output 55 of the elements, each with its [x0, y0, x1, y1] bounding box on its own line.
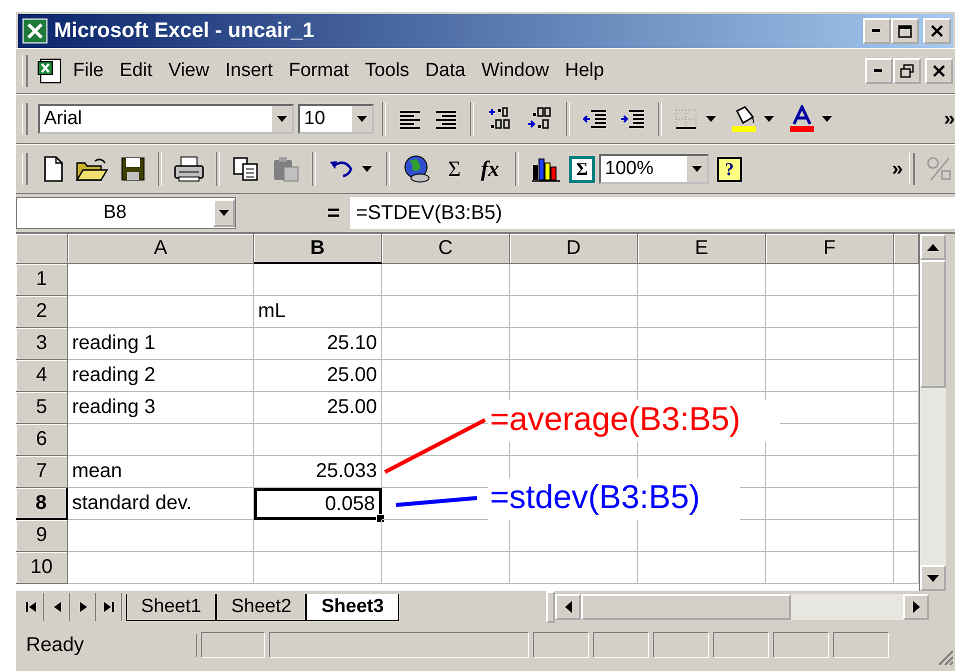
sheet-tab[interactable]: Sheet1 [126, 594, 216, 620]
insert-function-button[interactable]: fx [472, 154, 508, 184]
annotation-text: =stdev(B3:B5) [488, 478, 740, 520]
cell-text: reading 2 [71, 364, 156, 387]
menu-item[interactable]: Tools [358, 58, 416, 84]
menu-item[interactable]: Window [474, 58, 556, 84]
toolbar-overflow-button[interactable]: » [892, 159, 903, 179]
statistics-button[interactable]: Σ [569, 156, 595, 182]
cell-text: standard dev. [71, 492, 192, 515]
sheet-tab[interactable]: Sheet2 [216, 594, 306, 620]
row-header[interactable]: 1 [16, 264, 68, 296]
row-header[interactable]: 8 [16, 488, 68, 520]
menu-item[interactable]: Help [558, 58, 612, 84]
menu-item[interactable]: File [66, 58, 111, 84]
toolbar-overflow-button[interactable]: » [944, 109, 955, 129]
cell-text: mean [71, 460, 122, 483]
row-header[interactable]: 3 [16, 328, 68, 360]
column-header[interactable]: D [510, 234, 638, 264]
menu-item[interactable]: Insert [218, 58, 280, 84]
column-header[interactable]: B [254, 234, 382, 264]
autosum-button[interactable]: Σ [440, 154, 469, 184]
row-header[interactable]: 2 [16, 296, 68, 328]
equals-sign: = [326, 200, 341, 226]
cell-text: reading 3 [71, 396, 156, 419]
row-header[interactable]: 9 [16, 520, 68, 552]
column-header[interactable]: A [68, 234, 254, 264]
menu-item[interactable]: Format [282, 58, 356, 84]
cell-value: 25.033 [316, 460, 378, 483]
help-button[interactable]: ? [716, 156, 742, 182]
row-header[interactable]: 5 [16, 392, 68, 424]
cell-value: 0.058 [324, 492, 376, 516]
sheet-tab[interactable]: Sheet3 [306, 594, 399, 620]
font-dropdown[interactable]: Arial [38, 104, 294, 134]
menu-item[interactable]: Edit [112, 58, 160, 84]
menu-item[interactable]: Data [418, 58, 472, 84]
cell-value: 25.00 [326, 396, 378, 419]
font-size-dropdown[interactable]: 10 [298, 104, 374, 134]
column-header[interactable]: E [638, 234, 766, 264]
row-header[interactable]: 7 [16, 456, 68, 488]
menu-item[interactable]: View [161, 58, 216, 84]
annotation-text: =average(B3:B5) [488, 400, 780, 442]
status-text: Ready [16, 634, 197, 656]
column-header[interactable]: C [382, 234, 510, 264]
name-box[interactable]: B8 [16, 197, 236, 229]
row-header[interactable]: 4 [16, 360, 68, 392]
cell-value: 25.00 [326, 364, 378, 387]
window-title: Microsoft Excel - uncair_1 [54, 19, 314, 43]
row-header[interactable]: 6 [16, 424, 68, 456]
column-header[interactable]: F [766, 234, 894, 264]
cell-value: mL [257, 300, 287, 323]
cell-text: reading 1 [71, 332, 156, 355]
zoom-dropdown[interactable]: 100% [598, 154, 709, 184]
row-header[interactable]: 10 [16, 552, 68, 584]
formula-field[interactable]: =STDEV(B3:B5) [350, 197, 955, 229]
cell-value: 25.10 [326, 332, 378, 355]
